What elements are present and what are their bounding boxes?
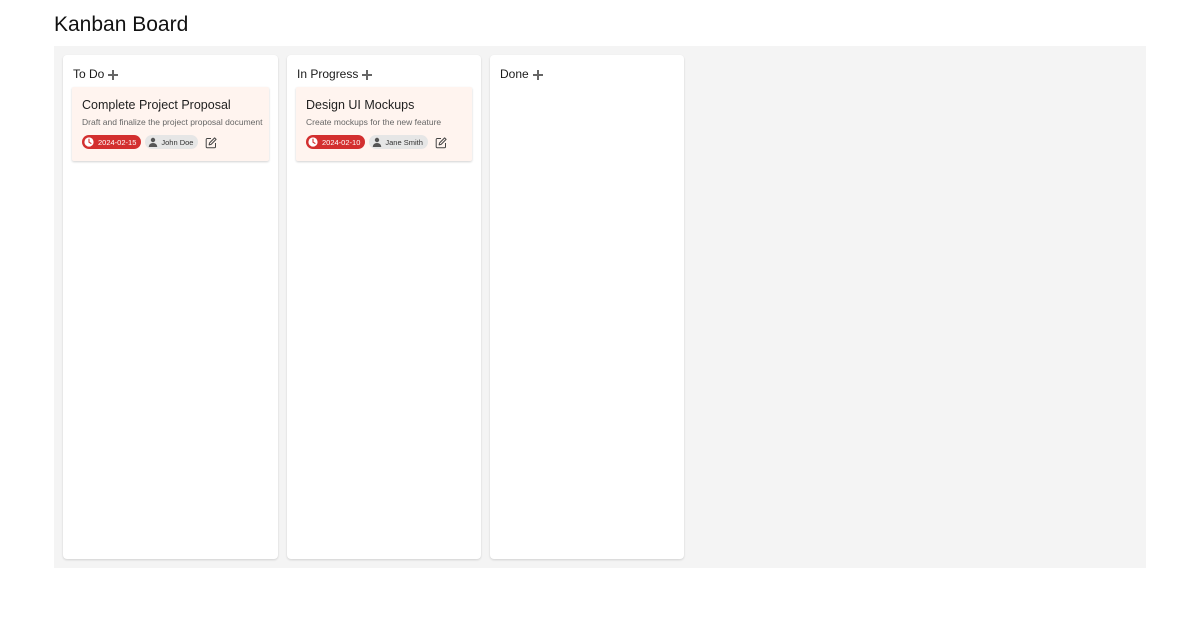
assignee-name: Jane Smith	[385, 137, 423, 147]
card-meta: 2024-02-15 John Doe	[82, 135, 260, 149]
person-icon	[372, 137, 382, 147]
plus-icon[interactable]	[108, 69, 119, 80]
person-icon	[148, 137, 158, 147]
kanban-board: To Do Complete Project Proposal Draft an…	[54, 46, 1146, 568]
column-title: In Progress	[297, 67, 359, 81]
plus-icon[interactable]	[362, 69, 373, 80]
due-date-chip: 2024-02-15	[82, 135, 142, 149]
task-card[interactable]: Complete Project Proposal Draft and fina…	[72, 87, 269, 161]
assignee-chip: John Doe	[145, 135, 199, 149]
column-todo: To Do Complete Project Proposal Draft an…	[63, 55, 278, 559]
card-meta: 2024-02-10 Jane Smith	[306, 135, 463, 149]
column-in-progress: In Progress Design UI Mockups Create moc…	[287, 55, 481, 559]
edit-icon[interactable]	[435, 137, 447, 149]
card-title: Complete Project Proposal	[82, 98, 231, 112]
due-date: 2024-02-10	[322, 137, 361, 147]
card-title: Design UI Mockups	[306, 98, 415, 112]
assignee-chip: Jane Smith	[369, 135, 428, 149]
card-description: Draft and finalize the project proposal …	[82, 117, 263, 127]
column-title: Done	[500, 67, 529, 81]
clock-icon	[308, 137, 318, 147]
column-done: Done	[490, 55, 684, 559]
assignee-name: John Doe	[161, 137, 194, 147]
edit-icon[interactable]	[205, 137, 218, 149]
column-header: Done	[500, 67, 543, 81]
due-date: 2024-02-15	[98, 137, 137, 147]
task-card[interactable]: Design UI Mockups Create mockups for the…	[296, 87, 472, 161]
due-date-chip: 2024-02-10	[306, 135, 366, 149]
card-description: Create mockups for the new feature	[306, 117, 442, 127]
clock-icon	[84, 137, 94, 147]
plus-icon[interactable]	[532, 69, 543, 80]
column-header: In Progress	[297, 67, 373, 81]
page-title: Kanban Board	[54, 13, 189, 36]
column-title: To Do	[73, 67, 105, 81]
column-header: To Do	[73, 67, 119, 81]
